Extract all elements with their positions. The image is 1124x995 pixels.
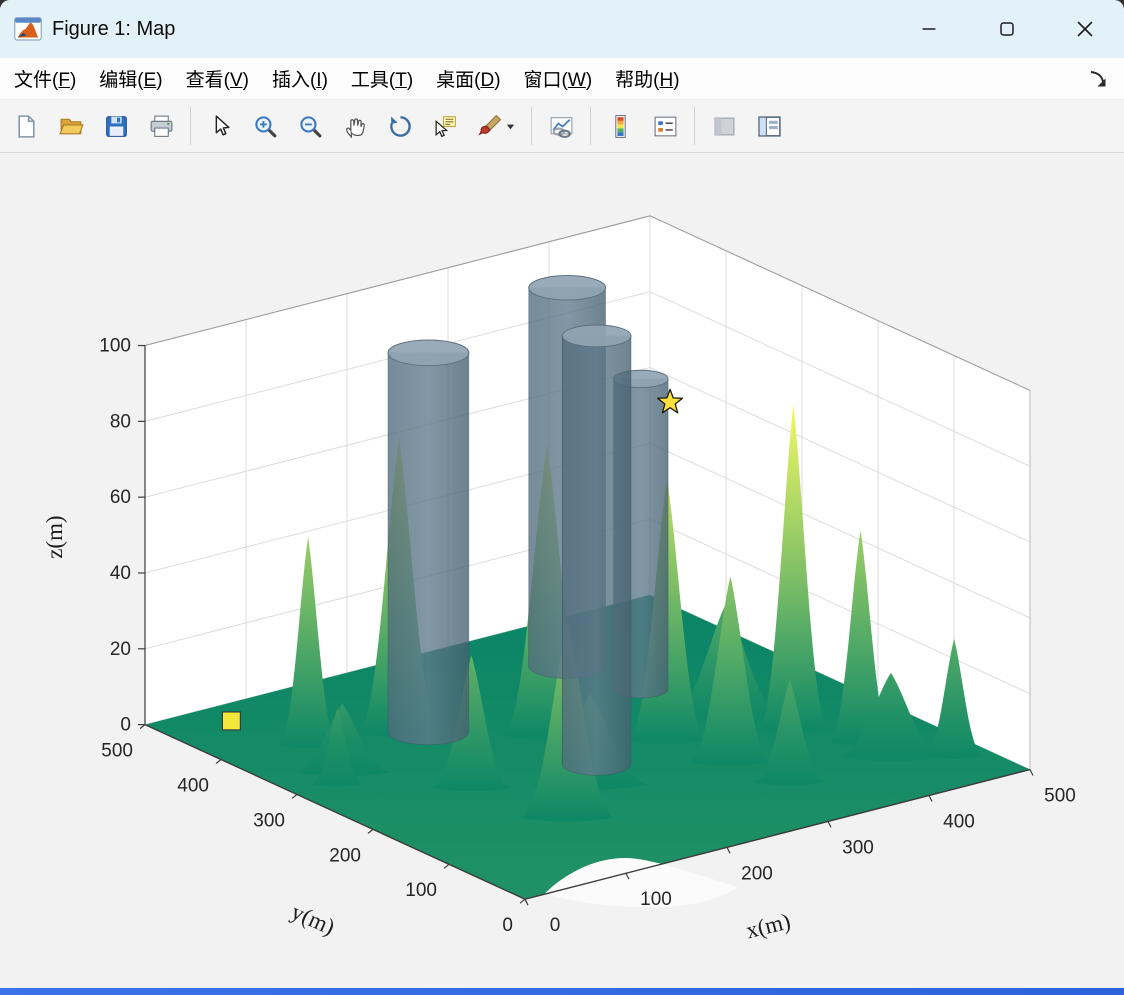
svg-text:100: 100: [640, 889, 672, 910]
zoom-out-button[interactable]: [294, 109, 326, 143]
data-cursor-icon: [435, 115, 456, 137]
brush-icon: [478, 114, 502, 135]
svg-text:0: 0: [502, 915, 513, 936]
svg-text:100: 100: [99, 336, 131, 357]
svg-text:200: 200: [741, 863, 773, 884]
link-plot-icon: [550, 116, 572, 138]
save-icon: [105, 115, 127, 137]
zoom-in-icon: [254, 115, 276, 137]
minimize-button[interactable]: [890, 0, 968, 58]
open-file-button[interactable]: [55, 109, 87, 143]
toolbar: [0, 100, 1124, 153]
figure-canvas[interactable]: 0 100 200 300 400 500 0 100 200 300 400 500 0 20 40 60 8…: [0, 153, 1124, 988]
axes-3d[interactable]: 0 100 200 300 400 500 0 100 200 300 400 500 0 20 40 60 8…: [0, 153, 1124, 988]
toolbar-separator: [590, 107, 591, 145]
svg-text:500: 500: [1044, 785, 1076, 806]
cylinder-obstacle: [561, 335, 632, 776]
zoom-out-icon: [299, 115, 321, 137]
svg-text:0: 0: [550, 915, 561, 936]
menu-item-help[interactable]: 帮助(H): [615, 65, 679, 92]
new-figure-button[interactable]: [10, 109, 42, 143]
bottom-accent-strip: [0, 988, 1124, 995]
insert-colorbar-button[interactable]: [604, 109, 636, 143]
z-axis-label: z(m): [42, 515, 67, 558]
x-axis-label: x(m): [744, 909, 793, 944]
cylinder-obstacle: [387, 352, 470, 746]
rotate-3d-button[interactable]: [384, 109, 416, 143]
window-title: Figure 1: Map: [52, 17, 176, 40]
menu-item-tools[interactable]: 工具(T): [351, 65, 413, 92]
svg-text:500: 500: [101, 741, 133, 762]
zoom-in-button[interactable]: [249, 109, 281, 143]
toolbar-separator: [531, 107, 532, 145]
svg-text:40: 40: [110, 563, 131, 584]
legend-icon: [654, 116, 676, 136]
print-figure-button[interactable]: [145, 109, 177, 143]
menu-item-file[interactable]: 文件(F): [14, 65, 76, 92]
menu-item-insert[interactable]: 插入(I): [272, 65, 328, 92]
svg-text:100: 100: [405, 880, 437, 901]
start-square-marker: [221, 711, 241, 731]
matlab-figure-window: Figure 1: Map 文件(F) 编辑(E) 查看(V) 插入(I) 工具(T) 桌…: [0, 0, 1124, 995]
save-figure-button[interactable]: [100, 109, 132, 143]
close-button[interactable]: [1046, 0, 1124, 58]
svg-text:0: 0: [120, 715, 131, 736]
hide-plot-tools-button[interactable]: [708, 109, 740, 143]
svg-text:200: 200: [329, 845, 361, 866]
svg-text:20: 20: [110, 639, 131, 660]
menu-item-edit[interactable]: 编辑(E): [99, 65, 162, 92]
menu-item-window[interactable]: 窗口(W): [524, 65, 593, 92]
dock-arrow-icon[interactable]: [1088, 68, 1110, 90]
svg-text:300: 300: [842, 837, 874, 858]
rotate-icon: [389, 115, 411, 137]
toolbar-separator: [694, 107, 695, 145]
data-cursor-button[interactable]: [429, 109, 461, 143]
window-controls: [890, 0, 1124, 58]
open-folder-icon: [58, 118, 84, 134]
hide-plot-tools-icon: [713, 116, 735, 136]
maximize-button[interactable]: [968, 0, 1046, 58]
menu-item-desktop[interactable]: 桌面(D): [436, 65, 500, 92]
brush-data-button[interactable]: [474, 109, 518, 143]
brush-dropdown-caret: [506, 124, 515, 129]
svg-text:80: 80: [110, 411, 131, 432]
matlab-figure-icon: [14, 17, 42, 41]
toolbar-separator: [190, 107, 191, 145]
titlebar[interactable]: Figure 1: Map: [0, 0, 1124, 58]
svg-text:400: 400: [177, 775, 209, 796]
svg-text:60: 60: [110, 487, 131, 508]
insert-legend-button[interactable]: [649, 109, 681, 143]
colorbar-icon: [614, 114, 626, 138]
menu-bar: 文件(F) 编辑(E) 查看(V) 插入(I) 工具(T) 桌面(D) 窗口(W) 帮助(H): [0, 58, 1124, 100]
hand-icon: [345, 117, 365, 138]
link-plot-button[interactable]: [545, 109, 577, 143]
pan-button[interactable]: [339, 109, 371, 143]
menu-items: 文件(F) 编辑(E) 查看(V) 插入(I) 工具(T) 桌面(D) 窗口(W) 帮助(H): [14, 65, 703, 92]
y-axis-label: y(m): [288, 899, 339, 940]
svg-text:300: 300: [253, 810, 285, 831]
edit-plot-button[interactable]: [204, 109, 236, 143]
new-figure-icon: [17, 114, 35, 138]
show-plot-tools-icon: [757, 115, 781, 137]
print-icon: [150, 115, 172, 137]
svg-text:400: 400: [943, 811, 975, 832]
show-plot-tools-button[interactable]: [753, 109, 785, 143]
pointer-icon: [215, 114, 230, 136]
menu-item-view[interactable]: 查看(V): [186, 65, 249, 92]
